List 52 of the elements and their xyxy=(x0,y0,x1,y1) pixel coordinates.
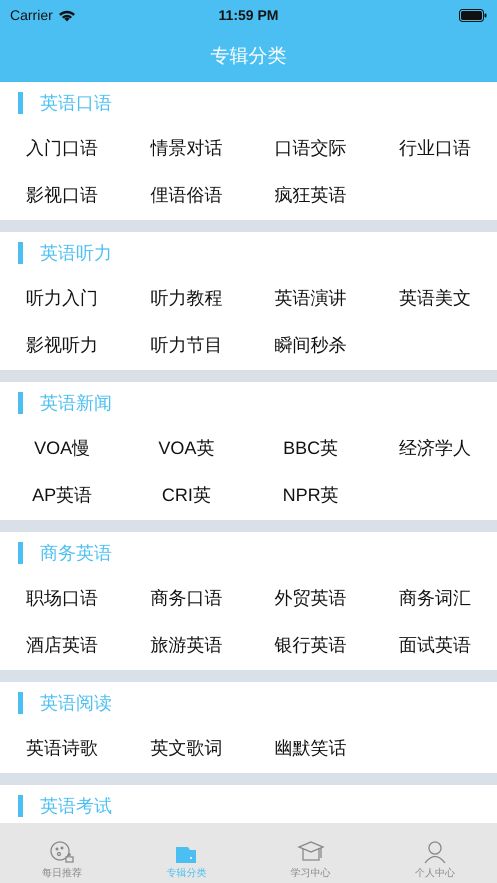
category-item[interactable]: 外贸英语 xyxy=(248,574,373,621)
category-item[interactable]: 口语交际 xyxy=(248,124,373,171)
category-item[interactable]: 俚语俗语 xyxy=(124,171,248,218)
category-item[interactable]: BBC英 xyxy=(248,424,373,471)
category-item[interactable]: NPR英 xyxy=(248,471,373,518)
category-item[interactable]: 经济学人 xyxy=(372,424,497,471)
section-title: 商务英语 xyxy=(40,542,112,565)
category-item[interactable]: 听力节目 xyxy=(124,321,248,368)
category-item[interactable]: 银行英语 xyxy=(248,621,373,668)
category-item[interactable]: 商务词汇 xyxy=(372,574,497,621)
category-item[interactable]: 疯狂英语 xyxy=(248,171,373,218)
category-item[interactable]: 情景对话 xyxy=(124,124,248,171)
carrier-label: Carrier xyxy=(10,7,53,23)
section-marker xyxy=(18,92,23,114)
category-item[interactable]: 英语演讲 xyxy=(248,274,373,321)
smiley-icon xyxy=(49,840,76,864)
section-title: 英语考试 xyxy=(40,795,112,818)
category-item[interactable]: 听力入门 xyxy=(0,274,124,321)
category-item[interactable]: CRI英 xyxy=(124,471,248,518)
category-item[interactable]: 听力教程 xyxy=(124,274,248,321)
section-title: 英语听力 xyxy=(40,242,112,265)
category-item[interactable]: 英语诗歌 xyxy=(0,724,124,771)
category-item[interactable]: VOA英 xyxy=(124,424,248,471)
category-item[interactable]: 瞬间秒杀 xyxy=(248,321,373,368)
section-marker xyxy=(18,542,23,564)
category-item[interactable]: 影视听力 xyxy=(0,321,124,368)
nav-title: 专辑分类 xyxy=(210,44,286,69)
status-time: 11:59 PM xyxy=(218,7,278,23)
category-item[interactable]: 影视口语 xyxy=(0,171,124,218)
category-item[interactable]: 酒店英语 xyxy=(0,621,124,668)
category-item[interactable]: 幽默笑话 xyxy=(248,724,373,771)
section-title: 英语新闻 xyxy=(40,392,112,415)
section-marker xyxy=(18,392,23,414)
category-item[interactable]: 旅游英语 xyxy=(124,621,248,668)
category-item[interactable]: AP英语 xyxy=(0,471,124,518)
category-item[interactable]: VOA慢 xyxy=(0,424,124,471)
category-item[interactable]: 英文歌词 xyxy=(124,724,248,771)
section-marker xyxy=(18,242,23,264)
category-item[interactable]: 入门口语 xyxy=(0,124,124,171)
category-item[interactable]: 行业口语 xyxy=(372,124,497,171)
category-item[interactable]: 面试英语 xyxy=(372,621,497,668)
person-icon xyxy=(422,840,447,864)
section-marker xyxy=(18,692,23,714)
wifi-icon xyxy=(58,8,76,22)
section-marker xyxy=(18,795,23,817)
category-item[interactable]: 商务口语 xyxy=(124,574,248,621)
battery-icon xyxy=(459,8,487,22)
section-title: 英语阅读 xyxy=(40,692,112,715)
folder-icon xyxy=(175,844,198,864)
category-item[interactable]: 职场口语 xyxy=(0,574,124,621)
section-title: 英语口语 xyxy=(40,92,112,115)
category-item[interactable]: 英语美文 xyxy=(372,274,497,321)
